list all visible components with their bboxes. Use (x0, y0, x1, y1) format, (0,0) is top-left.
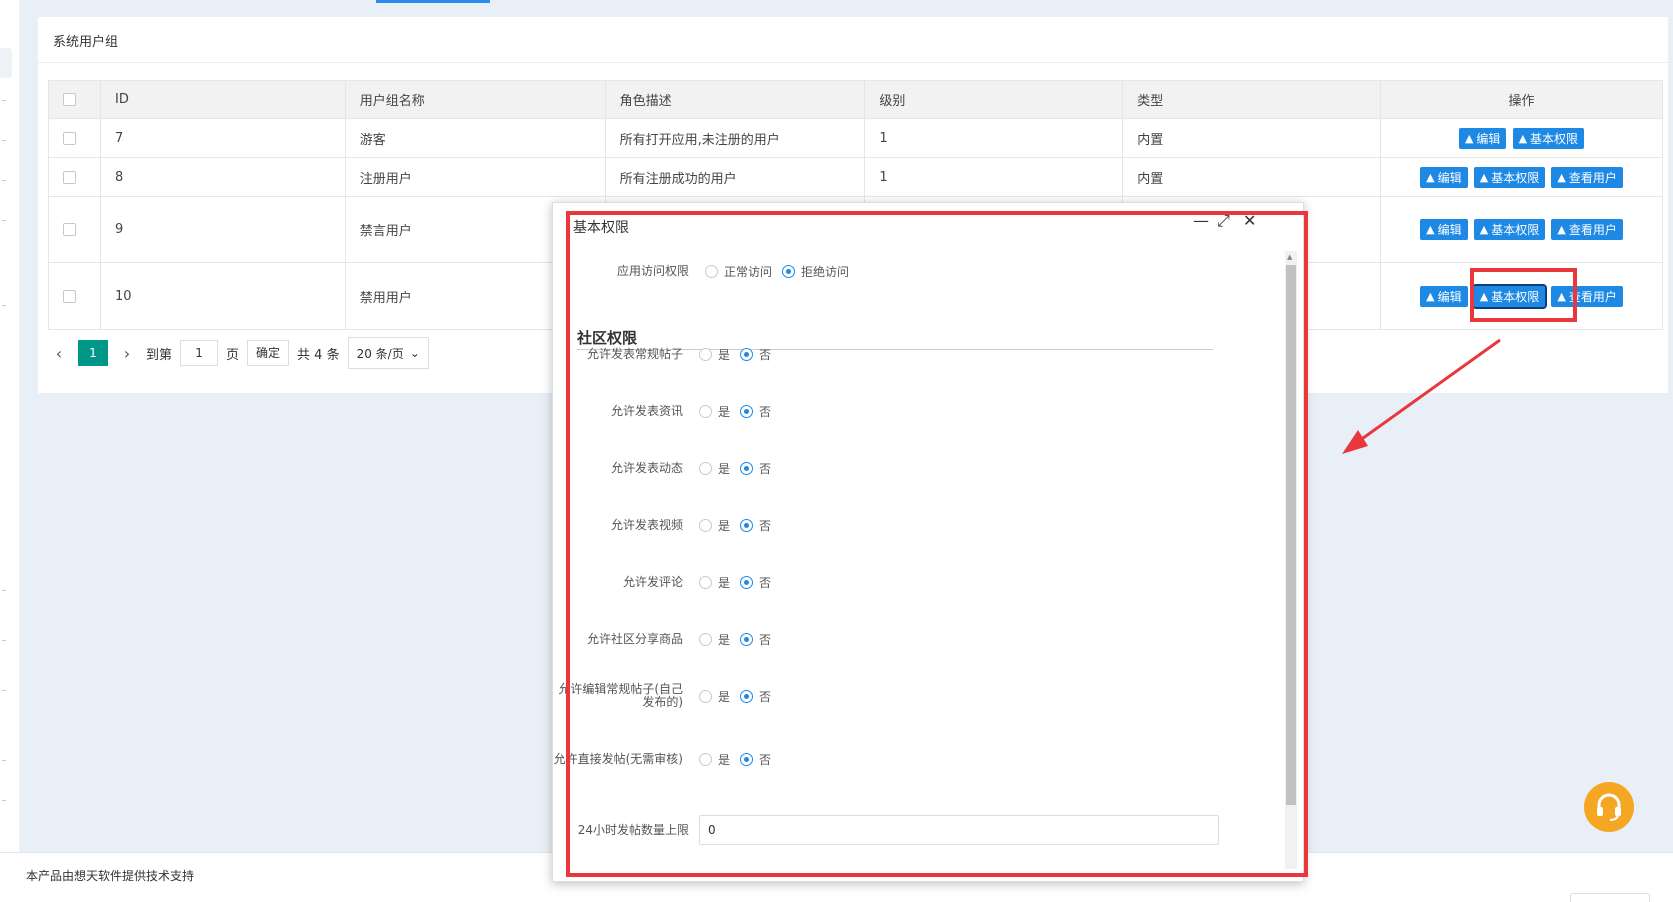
annotation-arrow-icon (1342, 338, 1501, 454)
customer-support-button[interactable] (1584, 782, 1634, 832)
headset-icon (1597, 793, 1621, 821)
